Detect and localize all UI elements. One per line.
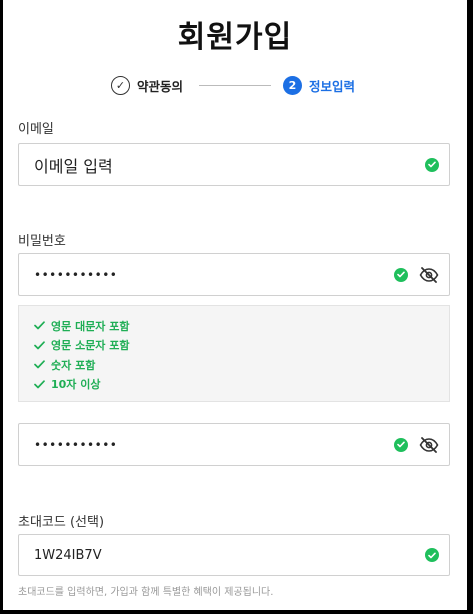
check-circle-icon: ✓ bbox=[111, 76, 130, 95]
rule-text: 영문 소문자 포함 bbox=[51, 339, 130, 353]
password-input-value[interactable]: ••••••••••• bbox=[34, 268, 394, 282]
step-label: 정보입력 bbox=[309, 79, 356, 94]
invite-code-label: 초대코드 (선택) bbox=[18, 515, 105, 530]
step-label: 약관동의 bbox=[137, 79, 184, 94]
eye-off-icon[interactable] bbox=[419, 436, 439, 453]
signup-stepper: ✓ 약관동의 2 정보입력 bbox=[3, 76, 467, 96]
password-rule-item: 숫자 포함 bbox=[34, 355, 449, 375]
check-icon bbox=[34, 360, 45, 369]
password-label: 비밀번호 bbox=[18, 234, 66, 249]
step-number-badge: 2 bbox=[283, 76, 302, 95]
check-circle-icon bbox=[394, 437, 408, 452]
password-rule-item: 영문 대문자 포함 bbox=[34, 316, 449, 336]
check-circle-icon bbox=[425, 548, 439, 562]
rule-text: 10자 이상 bbox=[51, 378, 101, 392]
email-input-value[interactable]: 이메일 입력 bbox=[34, 153, 425, 177]
eye-off-icon[interactable] bbox=[419, 266, 439, 283]
email-label: 이메일 bbox=[18, 122, 54, 137]
email-field[interactable]: 이메일 입력 bbox=[18, 143, 450, 186]
password-confirm-field[interactable]: ••••••••••• bbox=[18, 423, 450, 466]
rule-text: 영문 대문자 포함 bbox=[51, 319, 130, 333]
rule-text: 숫자 포함 bbox=[51, 358, 96, 372]
check-icon bbox=[34, 321, 45, 330]
password-confirm-input-value[interactable]: ••••••••••• bbox=[34, 438, 394, 452]
check-icon bbox=[34, 341, 45, 350]
check-circle-icon bbox=[394, 267, 408, 282]
password-rule-item: 10자 이상 bbox=[34, 375, 449, 395]
signup-page: 회원가입 ✓ 약관동의 2 정보입력 이메일 이메일 입력 비밀번호 •••••… bbox=[3, 0, 467, 610]
invite-code-helper-text: 초대코드를 입력하면, 가입과 함께 특별한 혜택이 제공됩니다. bbox=[18, 587, 274, 598]
invite-code-input-value[interactable]: 1W24IB7V bbox=[34, 548, 425, 563]
password-rule-item: 영문 소문자 포함 bbox=[34, 336, 449, 356]
step-terms: ✓ 약관동의 bbox=[111, 76, 183, 95]
invite-code-field[interactable]: 1W24IB7V bbox=[18, 534, 450, 576]
check-icon bbox=[34, 380, 45, 389]
step-connector bbox=[199, 85, 271, 86]
password-rules-box: 영문 대문자 포함 영문 소문자 포함 숫자 포함 10자 이상 bbox=[18, 305, 450, 402]
check-circle-icon bbox=[425, 157, 439, 172]
page-title: 회원가입 bbox=[177, 20, 293, 55]
password-field[interactable]: ••••••••••• bbox=[18, 253, 450, 296]
step-info: 2 정보입력 bbox=[283, 76, 355, 95]
